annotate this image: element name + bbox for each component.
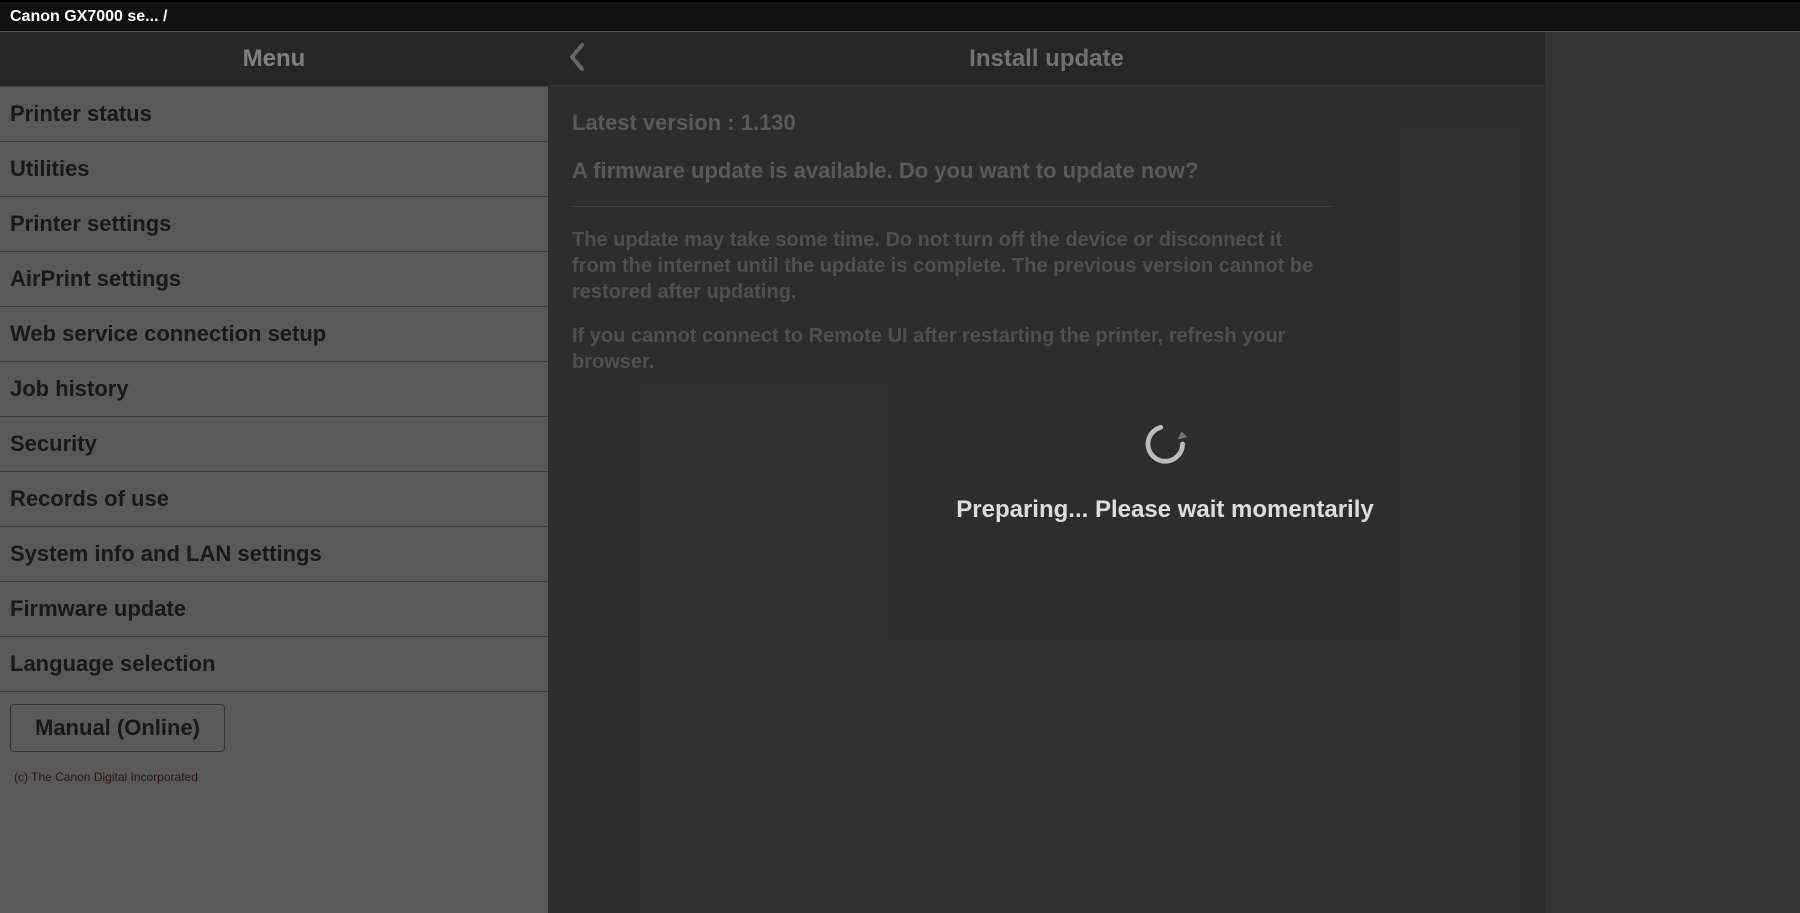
- breadcrumb: Canon GX7000 se... /: [10, 8, 167, 25]
- update-prompt: A firmware update is available. Do you w…: [572, 158, 1332, 184]
- main-header: Install update: [548, 32, 1545, 86]
- sidebar-item-printer-status[interactable]: Printer status: [0, 86, 548, 142]
- back-button[interactable]: [568, 32, 586, 86]
- latest-version-line: Latest version : 1.130: [572, 110, 1332, 136]
- menu-header: Menu: [0, 32, 548, 86]
- sidebar-item-printer-settings[interactable]: Printer settings: [0, 197, 548, 252]
- footer-copyright: (c) The Canon Digital Incorporated: [0, 764, 548, 790]
- sidebar-item-records-of-use[interactable]: Records of use: [0, 472, 548, 527]
- sidebar: Menu Printer statusUtilitiesPrinter sett…: [0, 32, 548, 913]
- update-note: If you cannot connect to Remote UI after…: [572, 323, 1332, 375]
- sidebar-item-airprint-settings[interactable]: AirPrint settings: [0, 252, 548, 307]
- breadcrumb-bar: Canon GX7000 se... /: [0, 0, 1800, 32]
- chevron-left-icon: [568, 42, 586, 77]
- sidebar-item-language-selection[interactable]: Language selection: [0, 637, 548, 692]
- update-warning: The update may take some time. Do not tu…: [572, 227, 1332, 305]
- sidebar-item-utilities[interactable]: Utilities: [0, 142, 548, 197]
- page-title: Install update: [548, 32, 1545, 86]
- sidebar-item-security[interactable]: Security: [0, 417, 548, 472]
- sidebar-item-job-history[interactable]: Job history: [0, 362, 548, 417]
- sidebar-item-system-info-and-lan-settings[interactable]: System info and LAN settings: [0, 527, 548, 582]
- sidebar-item-firmware-update[interactable]: Firmware update: [0, 582, 548, 637]
- sidebar-item-web-service-connection-setup[interactable]: Web service connection setup: [0, 307, 548, 362]
- main-panel: Install update Latest version : 1.130 A …: [548, 32, 1545, 913]
- manual-online-button[interactable]: Manual (Online): [10, 704, 225, 752]
